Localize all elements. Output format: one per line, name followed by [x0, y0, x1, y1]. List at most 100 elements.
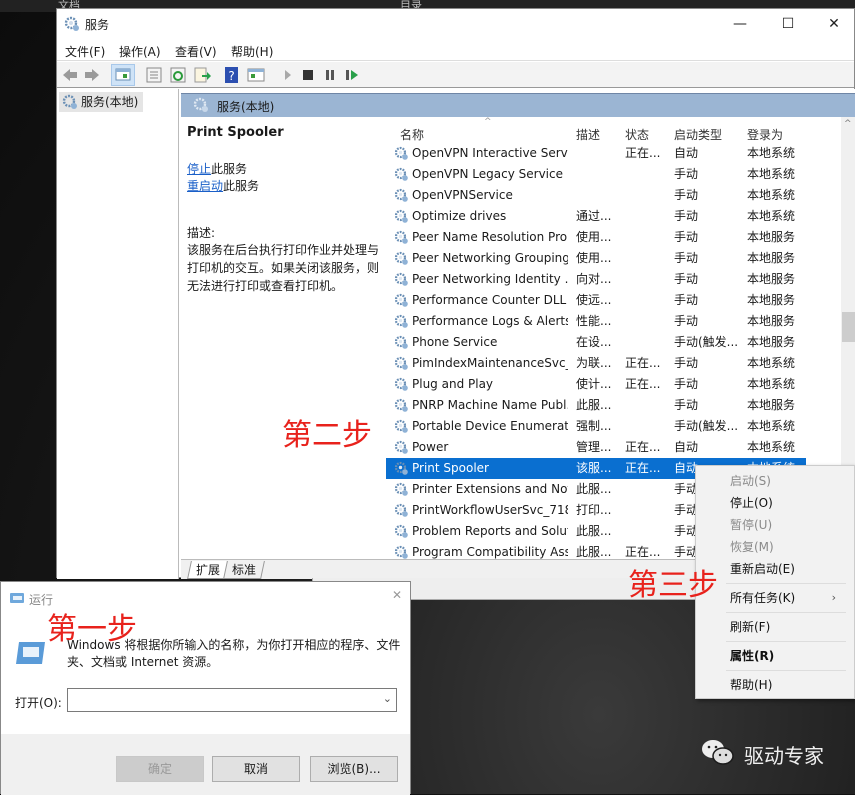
service-row[interactable]: PNRP Machine Name Publ... 此服... 手动 本地服务	[386, 395, 806, 416]
service-row[interactable]: PimIndexMaintenanceSvc_... 为联... 正在... 手动 本地…	[386, 353, 806, 374]
service-gear-icon	[394, 188, 409, 203]
show-hide-console-tree-button[interactable]	[111, 64, 135, 86]
menu-item-start[interactable]: 启动(S)	[696, 470, 854, 492]
chevron-down-icon[interactable]: ⌄	[383, 692, 392, 705]
scrollbar-thumb[interactable]	[842, 312, 855, 342]
service-name-cell: Problem Reports and Solut...	[412, 524, 568, 538]
console-tree-icon	[115, 68, 131, 81]
menu-item-refresh[interactable]: 刷新(F)	[696, 616, 854, 638]
back-icon[interactable]	[61, 66, 79, 84]
service-name-cell: OpenVPN Legacy Service	[412, 167, 563, 181]
maximize-button[interactable]: ☐	[765, 11, 811, 37]
service-gear-icon	[394, 545, 409, 559]
export-list-icon[interactable]	[193, 66, 211, 84]
service-row[interactable]: Phone Service 在设... 手动(触发... 本地服务	[386, 332, 806, 353]
menu-item-help[interactable]: 帮助(H)	[696, 674, 854, 696]
menu-view[interactable]: 查看(V)	[175, 43, 217, 60]
menu-separator	[726, 612, 846, 613]
service-row[interactable]: Optimize drives 通过... 手动 本地系统	[386, 206, 806, 227]
column-startup-type[interactable]: 启动类型	[674, 126, 722, 143]
show-action-pane-icon[interactable]	[247, 66, 265, 84]
service-row[interactable]: OpenVPNService 手动 本地系统	[386, 185, 806, 206]
scroll-up-icon[interactable]: ^	[844, 119, 852, 129]
open-label: 打开(O):	[15, 696, 62, 710]
ok-button[interactable]: 确定	[116, 756, 204, 782]
restart-service-link[interactable]: 重启动	[187, 179, 223, 193]
column-description[interactable]: 描述	[576, 126, 600, 143]
annotation-step-3: 第三步	[628, 568, 718, 603]
service-gear-icon	[394, 461, 409, 476]
menu-item-stop[interactable]: 停止(O)	[696, 492, 854, 514]
menu-bar: 文件(F) 操作(A) 查看(V) 帮助(H)	[57, 39, 854, 61]
service-description-cell: 该服...	[576, 461, 612, 475]
properties-icon[interactable]	[145, 66, 163, 84]
menu-item-pause[interactable]: 暂停(U)	[696, 514, 854, 536]
service-row[interactable]: Power 管理... 正在... 自动 本地系统	[386, 437, 806, 458]
restart-service-icon[interactable]	[343, 66, 361, 84]
minimize-button[interactable]: —	[717, 11, 763, 37]
service-logon-cell: 本地服务	[747, 272, 796, 286]
service-logon-cell: 本地系统	[747, 188, 796, 202]
help-icon[interactable]: ?	[223, 66, 241, 84]
service-startup-type-cell: 自动	[674, 146, 699, 160]
service-gear-icon	[394, 377, 409, 392]
refresh-icon[interactable]	[169, 66, 187, 84]
service-startup-type-cell: 手动	[674, 314, 699, 328]
service-gear-icon	[394, 314, 409, 329]
service-name-cell: Plug and Play	[412, 377, 494, 391]
close-button[interactable]: ✕	[811, 11, 855, 37]
service-row[interactable]: Peer Name Resolution Pro... 使用... 手动 本地服务	[386, 227, 806, 248]
menu-item-restart[interactable]: 重新启动(E)	[696, 558, 854, 580]
toolbar: ?	[57, 62, 854, 88]
service-startup-type-cell: 手动	[674, 188, 699, 202]
open-combobox[interactable]: ⌄	[67, 688, 397, 712]
service-row[interactable]: Performance Counter DLL ... 使远... 手动 本地服务	[386, 290, 806, 311]
service-startup-type-cell: 手动(触发...	[674, 419, 739, 433]
service-description-cell: 使用...	[576, 251, 612, 265]
service-name-cell: Peer Networking Identity ...	[412, 272, 568, 286]
service-row[interactable]: Peer Networking Grouping 使用... 手动 本地服务	[386, 248, 806, 269]
column-status[interactable]: 状态	[625, 126, 649, 143]
menu-file[interactable]: 文件(F)	[65, 43, 105, 60]
menu-item-resume[interactable]: 恢复(M)	[696, 536, 854, 558]
service-name-cell: Phone Service	[412, 335, 498, 349]
cancel-button[interactable]: 取消	[212, 756, 300, 782]
stop-service-link[interactable]: 停止	[187, 162, 211, 176]
service-row[interactable]: Peer Networking Identity ... 向对... 手动 本地服务	[386, 269, 806, 290]
service-name-cell: OpenVPNService	[412, 188, 513, 202]
forward-icon[interactable]	[83, 66, 101, 84]
run-close-button[interactable]: ✕	[392, 588, 402, 602]
stop-service-icon[interactable]	[299, 66, 317, 84]
service-name-cell: Peer Networking Grouping	[412, 251, 568, 265]
menu-separator	[726, 641, 846, 642]
service-row[interactable]: Plug and Play 使计... 正在... 手动 本地系统	[386, 374, 806, 395]
services-gear-icon	[64, 16, 79, 31]
service-row[interactable]: Performance Logs & Alerts 性能... 手动 本地服务	[386, 311, 806, 332]
start-service-icon[interactable]	[279, 66, 297, 84]
service-row[interactable]: OpenVPN Interactive Servi... 正在... 自动 本地系统	[386, 143, 806, 164]
service-name-cell: Printer Extensions and Noti...	[412, 482, 568, 496]
menu-help[interactable]: 帮助(H)	[231, 43, 273, 60]
annotation-step-2: 第二步	[282, 418, 372, 453]
menu-item-properties[interactable]: 属性(R)	[696, 645, 854, 667]
menu-item-all-tasks[interactable]: 所有任务(K) ›	[696, 587, 854, 609]
browse-button[interactable]: 浏览(B)...	[310, 756, 398, 782]
service-name-cell: Optimize drives	[412, 209, 507, 223]
service-name-cell: Print Spooler	[412, 461, 489, 475]
tree-item-services-local[interactable]: 服务(本地)	[59, 92, 143, 112]
stop-link-suffix: 此服务	[211, 162, 248, 176]
service-row[interactable]: OpenVPN Legacy Service 手动 本地系统	[386, 164, 806, 185]
service-gear-icon	[394, 230, 409, 245]
column-log-on-as[interactable]: 登录为	[747, 126, 783, 143]
service-name-cell: Portable Device Enumerat...	[412, 419, 568, 433]
service-row[interactable]: Portable Device Enumerat... 强制... 手动(触发...…	[386, 416, 806, 437]
menu-action[interactable]: 操作(A)	[119, 43, 161, 60]
run-icon	[10, 593, 24, 603]
service-status-cell: 正在...	[625, 356, 661, 370]
tab-standard[interactable]: 标准	[223, 561, 265, 579]
services-gear-icon	[193, 97, 208, 112]
column-name[interactable]: 名称	[400, 126, 424, 143]
service-gear-icon	[394, 146, 409, 161]
pause-service-icon[interactable]	[321, 66, 339, 84]
service-logon-cell: 本地服务	[747, 314, 796, 328]
